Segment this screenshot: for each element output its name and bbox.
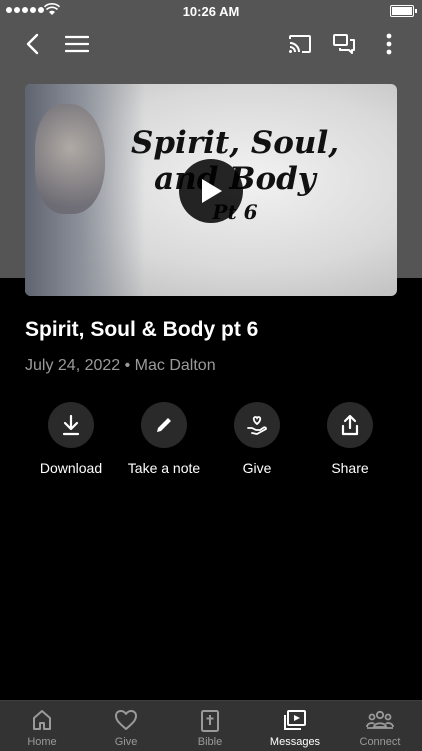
heart-hand-icon [247,416,267,435]
home-icon [33,710,51,730]
tab-bible[interactable]: Bible [168,701,252,751]
tab-give[interactable]: Give [84,701,168,751]
chevron-left-icon [26,33,39,55]
top-nav [0,24,422,64]
cast-icon [289,35,311,53]
message-title: Spirit, Soul & Body pt 6 [25,318,259,341]
tab-messages[interactable]: Messages [253,701,337,751]
share-icon [341,414,359,436]
status-bar: 10:26 AM [0,0,422,24]
download-icon [62,414,80,436]
more-button[interactable] [373,28,405,60]
tab-messages-label: Messages [269,736,321,748]
tab-home[interactable]: Home [0,701,84,751]
chat-icon [333,34,355,54]
more-vertical-icon [386,33,392,55]
bible-icon [201,710,219,732]
menu-button[interactable] [61,28,93,60]
thumbnail-title-line1: Spirit, Soul, [130,125,340,161]
share-label: Share [331,460,369,476]
back-button[interactable] [16,28,48,60]
tab-bar: Home Give Bible Messages Connect [0,700,422,751]
people-icon [366,710,394,729]
battery-icon [390,5,417,17]
share-button[interactable]: Share [295,402,405,476]
message-meta: July 24, 2022 • Mac Dalton [25,357,216,374]
chat-button[interactable] [328,28,360,60]
messages-icon [284,710,306,730]
heart-icon [115,710,137,730]
tab-bible-label: Bible [197,736,223,748]
pencil-icon [157,418,171,432]
status-time: 10:26 AM [182,4,240,19]
play-icon [202,179,222,203]
hamburger-icon [65,35,89,53]
tab-connect[interactable]: Connect [338,701,422,751]
video-thumbnail[interactable]: Spirit, Soul, and Body Pt 6 [25,84,397,296]
tab-home-label: Home [27,736,57,748]
tab-connect-label: Connect [359,736,401,748]
tab-give-label: Give [114,736,138,748]
cast-button[interactable] [284,28,316,60]
play-button[interactable] [179,159,243,223]
